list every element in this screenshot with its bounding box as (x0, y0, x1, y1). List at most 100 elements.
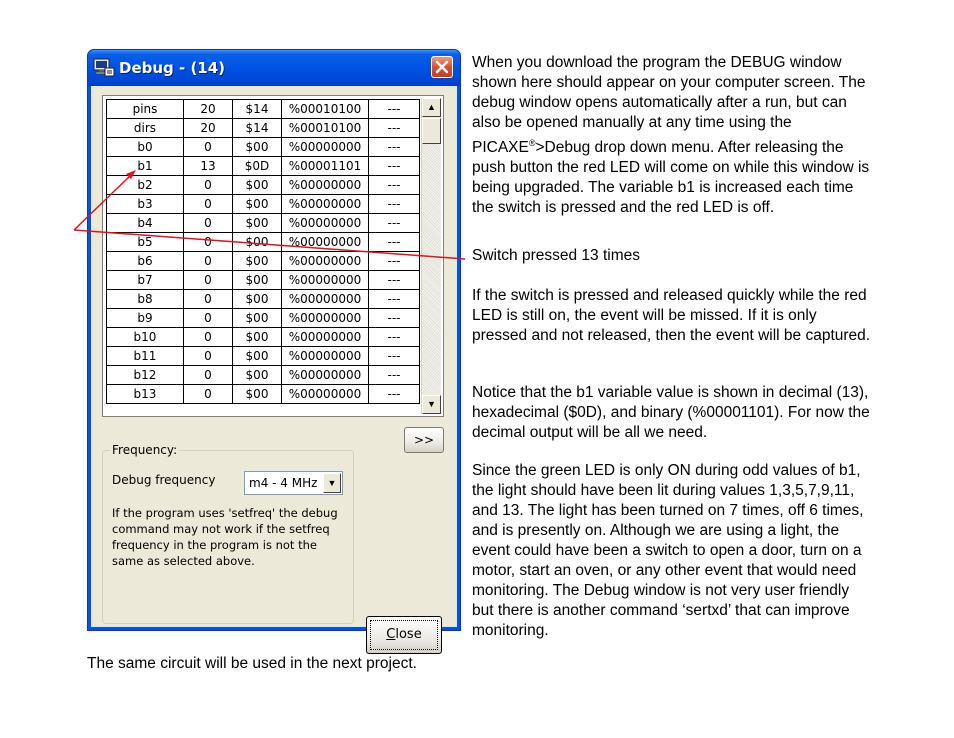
var-decimal-cell: 0 (183, 270, 233, 290)
table-row: b12 0 $00 %00000000 --- (106, 365, 420, 385)
var-decimal-cell: 20 (183, 99, 233, 119)
var-binary-cell: %00000000 (281, 270, 369, 290)
window-close-button[interactable] (431, 56, 453, 78)
var-hex-cell: $00 (232, 289, 282, 309)
var-name-cell: b13 (106, 384, 184, 404)
window-title: Debug - (14) (119, 59, 226, 77)
var-binary-cell: %00000000 (281, 232, 369, 252)
var-hex-cell: $00 (232, 137, 282, 157)
var-ascii-cell: --- (368, 289, 420, 309)
var-binary-cell: %00000000 (281, 384, 369, 404)
var-ascii-cell: --- (368, 156, 420, 176)
var-hex-cell: $00 (232, 251, 282, 271)
var-decimal-cell: 0 (183, 251, 233, 271)
table-row: b3 0 $00 %00000000 --- (106, 194, 420, 214)
table-row: b4 0 $00 %00000000 --- (106, 213, 420, 233)
var-name-cell: b10 (106, 327, 184, 347)
var-ascii-cell: --- (368, 346, 420, 366)
var-name-cell: b5 (106, 232, 184, 252)
green-led-paragraph: Since the green LED is only ON during od… (472, 462, 864, 639)
title-bar[interactable]: Debug - (14) (88, 50, 460, 86)
var-ascii-cell: --- (368, 118, 420, 138)
debug-frequency-label: Debug frequency (112, 473, 216, 487)
var-binary-cell: %00001101 (281, 156, 369, 176)
var-binary-cell: %00000000 (281, 251, 369, 271)
var-ascii-cell: --- (368, 194, 420, 214)
window-client-area: pins 20 $14 %00010100 --- dirs 20 $14 %00010100-… (91, 86, 457, 654)
var-ascii-cell: --- (368, 365, 420, 385)
var-name-cell: b0 (106, 137, 184, 157)
vertical-scrollbar[interactable]: ▲ ▼ (421, 98, 441, 414)
var-ascii-cell: --- (368, 213, 420, 233)
var-decimal-cell: 13 (183, 156, 233, 176)
var-hex-cell: $00 (232, 175, 282, 195)
var-decimal-cell: 0 (183, 308, 233, 328)
var-binary-cell: %00000000 (281, 365, 369, 385)
variables-grid: pins 20 $14 %00010100 --- dirs 20 $14 %00010100-… (102, 95, 444, 417)
var-hex-cell: $00 (232, 270, 282, 290)
var-ascii-cell: --- (368, 384, 420, 404)
var-binary-cell: %00010100 (281, 118, 369, 138)
table-row: b2 0 $00 %00000000 --- (106, 175, 420, 195)
var-binary-cell: %00000000 (281, 175, 369, 195)
var-binary-cell: %00000000 (281, 308, 369, 328)
var-name-cell: dirs (106, 118, 184, 138)
var-binary-cell: %00000000 (281, 327, 369, 347)
table-row: dirs 20 $14 %00010100 --- (106, 118, 420, 138)
var-name-cell: b4 (106, 213, 184, 233)
chevron-down-icon: ▼ (327, 478, 337, 488)
var-binary-cell: %00010100 (281, 99, 369, 119)
var-hex-cell: $00 (232, 232, 282, 252)
dropdown-button[interactable]: ▼ (323, 473, 341, 493)
var-name-cell: b1 (106, 156, 184, 176)
var-binary-cell: %00000000 (281, 194, 369, 214)
frequency-group: Frequency: Debug frequency m4 - 4 MHz ▼ … (102, 443, 354, 624)
table-row: b6 0 $00 %00000000 --- (106, 251, 420, 271)
var-ascii-cell: --- (368, 308, 420, 328)
var-decimal-cell: 0 (183, 365, 233, 385)
table-row: b9 0 $00 %00000000 --- (106, 308, 420, 328)
debug-window: Debug - (14) pins 20 $14 %00010100 --- dirs 20… (87, 49, 461, 654)
frequency-note: If the program uses 'setfreq' the debug … (112, 506, 338, 568)
var-ascii-cell: --- (368, 137, 420, 157)
missed-event-paragraph: If the switch is pressed and released qu… (472, 287, 871, 344)
var-hex-cell: $14 (232, 118, 282, 138)
registered-mark: ® (528, 138, 536, 148)
var-decimal-cell: 0 (183, 346, 233, 366)
var-name-cell: b7 (106, 270, 184, 290)
var-ascii-cell: --- (368, 175, 420, 195)
arrow-down-icon: ▼ (427, 399, 436, 409)
var-hex-cell: $00 (232, 308, 282, 328)
var-binary-cell: %00000000 (281, 289, 369, 309)
number-formats-paragraph: Notice that the b1 variable value is sho… (472, 384, 870, 441)
variables-table: pins 20 $14 %00010100 --- dirs 20 $14 %00010100-… (106, 99, 420, 404)
debug-frequency-select[interactable]: m4 - 4 MHz ▼ (244, 471, 343, 495)
var-name-cell: b8 (106, 289, 184, 309)
table-row: b5 0 $00 %00000000 --- (106, 232, 420, 252)
var-decimal-cell: 0 (183, 384, 233, 404)
var-hex-cell: $14 (232, 99, 282, 119)
var-hex-cell: $0D (232, 156, 282, 176)
scroll-up-button[interactable]: ▲ (422, 98, 441, 117)
table-row: b1 13 $0D %00001101 --- (106, 156, 420, 176)
table-row: b8 0 $00 %00000000 --- (106, 289, 420, 309)
var-name-cell: b2 (106, 175, 184, 195)
var-decimal-cell: 0 (183, 327, 233, 347)
var-hex-cell: $00 (232, 365, 282, 385)
var-name-cell: b3 (106, 194, 184, 214)
scroll-down-button[interactable]: ▼ (422, 395, 441, 414)
switch-count-callout: Switch pressed 13 times (472, 247, 640, 264)
var-binary-cell: %00000000 (281, 213, 369, 233)
table-row: b7 0 $00 %00000000 --- (106, 270, 420, 290)
close-button[interactable]: Close (366, 616, 442, 654)
var-decimal-cell: 20 (183, 118, 233, 138)
var-decimal-cell: 0 (183, 232, 233, 252)
arrow-up-icon: ▲ (427, 102, 436, 112)
close-button-accesskey: C (386, 627, 396, 642)
var-decimal-cell: 0 (183, 137, 233, 157)
table-row: b13 0 $00 %00000000 --- (106, 384, 420, 404)
expand-button[interactable]: >> (404, 427, 444, 453)
var-ascii-cell: --- (368, 270, 420, 290)
scroll-thumb[interactable] (422, 118, 441, 144)
var-name-cell: b12 (106, 365, 184, 385)
